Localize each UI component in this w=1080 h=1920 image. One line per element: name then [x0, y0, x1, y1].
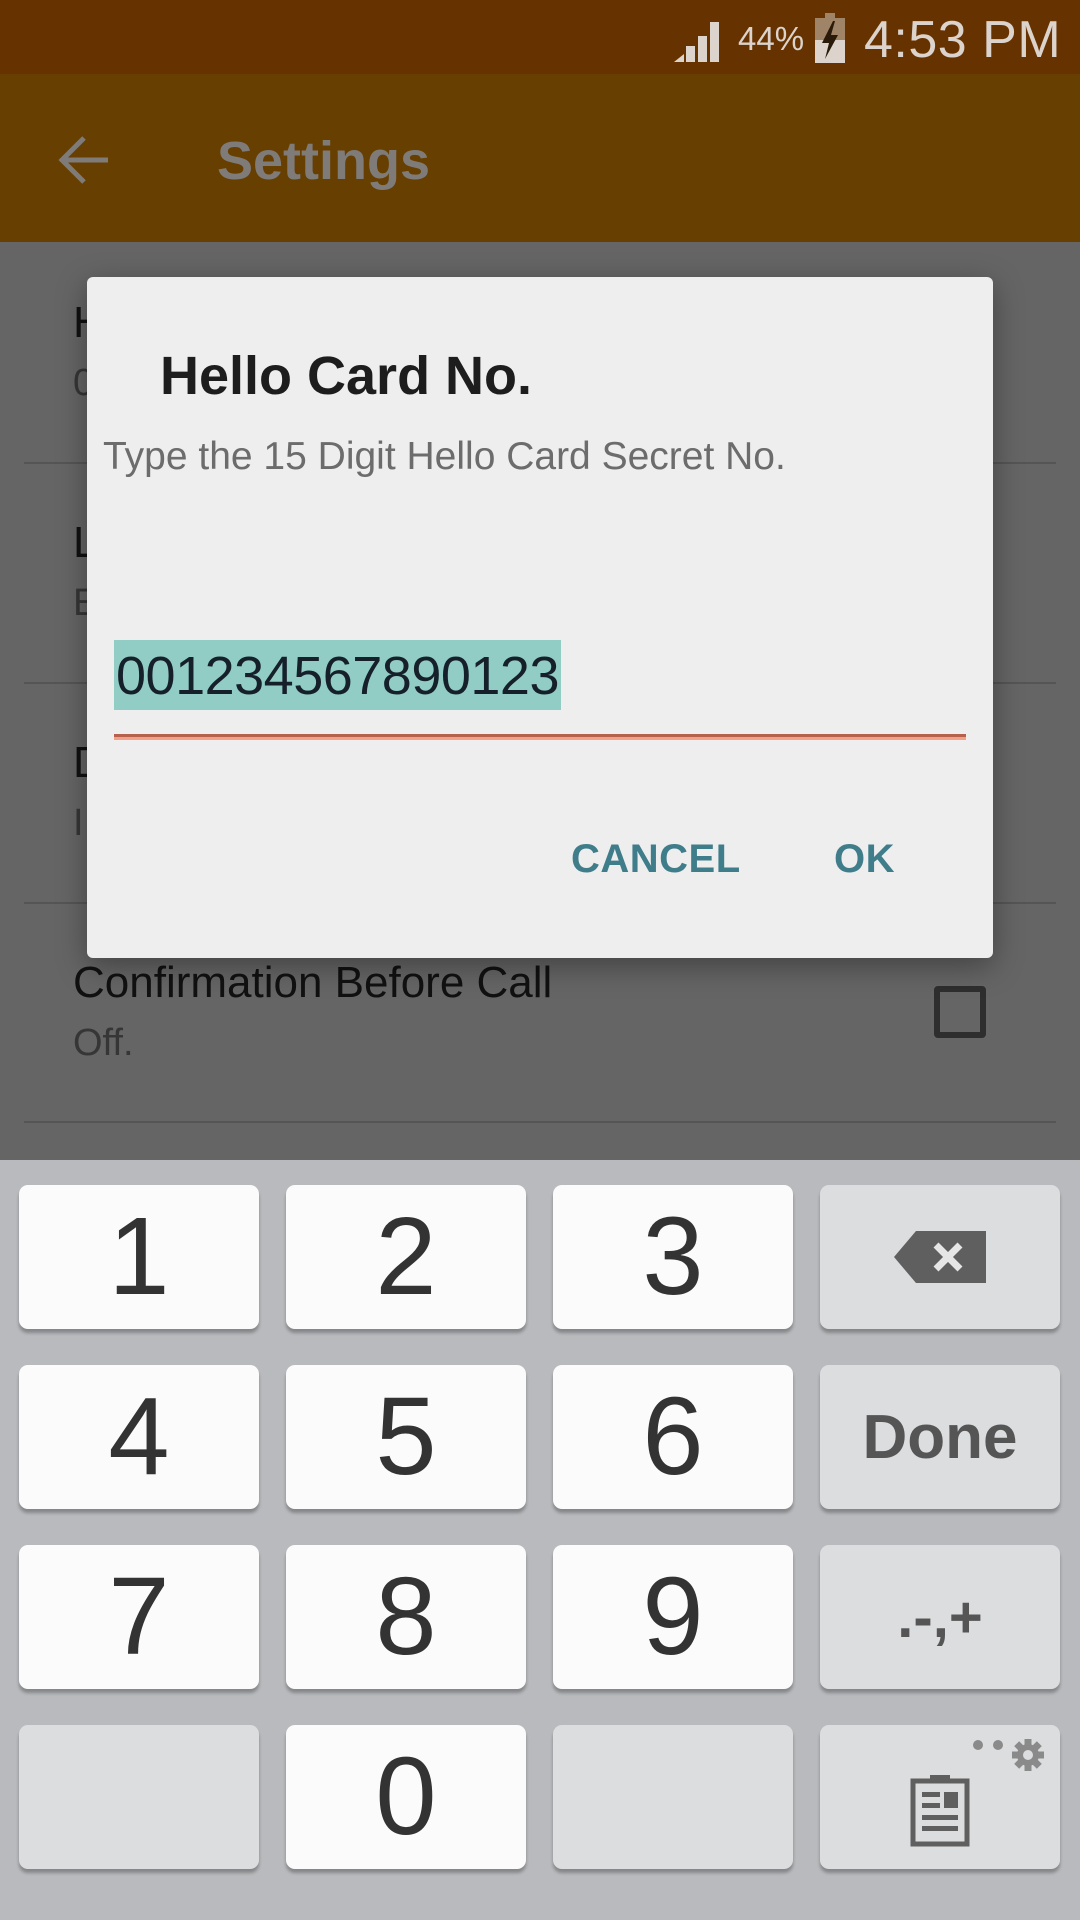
key-8[interactable]: 8: [286, 1545, 526, 1689]
key-label: 4: [108, 1375, 170, 1498]
hello-card-dialog: Hello Card No. Type the 15 Digit Hello C…: [87, 277, 993, 958]
done-label: Done: [862, 1402, 1018, 1472]
card-number-input[interactable]: 001234567890123: [114, 640, 966, 740]
key-0[interactable]: 0: [286, 1725, 526, 1869]
key-label: 0: [375, 1735, 437, 1858]
blank-key-left: [19, 1725, 259, 1869]
card-number-value[interactable]: 001234567890123: [114, 640, 561, 710]
cancel-button[interactable]: CANCEL: [571, 837, 741, 882]
key-4[interactable]: 4: [19, 1365, 259, 1509]
dialog-message: Type the 15 Digit Hello Card Secret No.: [103, 435, 786, 478]
key-5[interactable]: 5: [286, 1365, 526, 1509]
numeric-keyboard: 1 2 3 4 5 6 Done 7 8 9 .-,+ 0: [0, 1160, 1080, 1920]
backspace-icon: [894, 1231, 986, 1283]
key-label: 5: [375, 1375, 437, 1498]
backspace-key[interactable]: [820, 1185, 1060, 1329]
arrow-back-icon[interactable]: [58, 134, 110, 186]
blank-key-right: [553, 1725, 793, 1869]
settings-item-summary: Off.: [73, 1022, 134, 1064]
key-label: 1: [108, 1195, 170, 1318]
key-1[interactable]: 1: [19, 1185, 259, 1329]
key-6[interactable]: 6: [553, 1365, 793, 1509]
key-label: 7: [108, 1555, 170, 1678]
settings-item-summary: I: [73, 802, 84, 844]
key-label: 6: [642, 1375, 704, 1498]
divider: [24, 1121, 1056, 1123]
clock: 4:53 PM: [864, 11, 1062, 69]
symbols-label: .-,+: [897, 1584, 983, 1650]
key-label: 8: [375, 1555, 437, 1678]
app-bar: Settings: [0, 74, 1080, 242]
clipboard-icon: [910, 1775, 970, 1847]
key-9[interactable]: 9: [553, 1545, 793, 1689]
dialog-title: Hello Card No.: [160, 346, 533, 406]
gear-icon: [973, 1739, 1044, 1771]
clipboard-key[interactable]: [820, 1725, 1060, 1869]
settings-item-title: Confirmation Before Call: [73, 958, 553, 1007]
battery-charging-icon: [815, 13, 845, 63]
confirmation-checkbox[interactable]: [934, 986, 986, 1038]
symbols-key[interactable]: .-,+: [820, 1545, 1060, 1689]
done-key[interactable]: Done: [820, 1365, 1060, 1509]
key-2[interactable]: 2: [286, 1185, 526, 1329]
battery-percent: 44%: [738, 20, 805, 57]
key-label: 9: [642, 1555, 704, 1678]
ok-button[interactable]: OK: [834, 837, 895, 882]
page-title: Settings: [217, 131, 431, 191]
input-underline: [114, 734, 966, 740]
status-bar: 44% 4:53 PM: [0, 0, 1080, 74]
cell-signal-icon: [674, 22, 719, 62]
key-label: 2: [375, 1195, 437, 1318]
key-7[interactable]: 7: [19, 1545, 259, 1689]
key-3[interactable]: 3: [553, 1185, 793, 1329]
key-label: 3: [642, 1195, 704, 1318]
